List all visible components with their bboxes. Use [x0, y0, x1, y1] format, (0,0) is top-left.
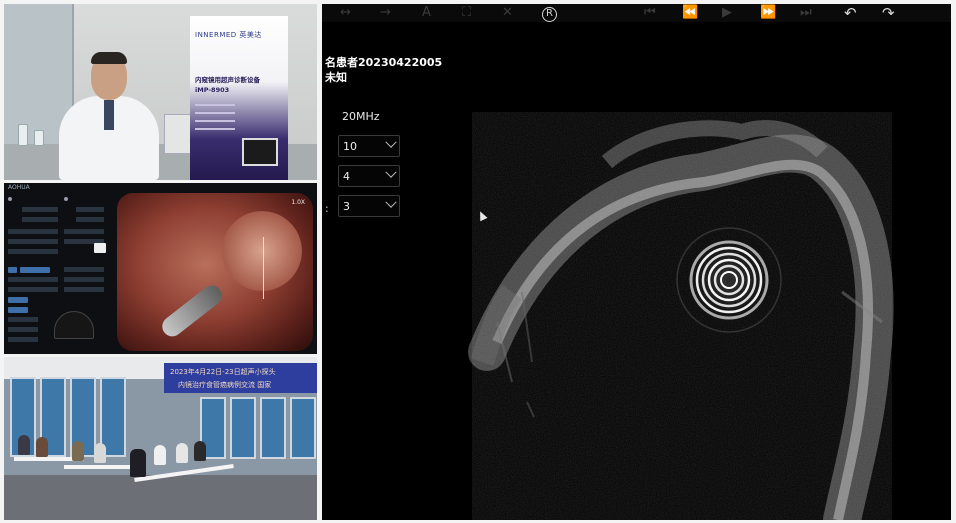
control-row [8, 229, 58, 234]
patient-sex: 未知 [325, 71, 347, 84]
window [230, 397, 256, 459]
presenter-hair [91, 52, 127, 64]
rotate-right-icon[interactable]: ↷ [882, 4, 895, 22]
guide-line [263, 237, 264, 299]
endoscope-view: 1.0X [117, 193, 313, 351]
attendee [94, 443, 106, 463]
control-row [64, 277, 104, 282]
bottle [18, 124, 28, 146]
probe-rings [676, 227, 782, 333]
control-button [8, 307, 28, 313]
gain-value: 10 [343, 140, 357, 153]
speckle-texture [472, 112, 892, 520]
frequency-label: 20MHz [342, 110, 380, 123]
control-dot [8, 197, 12, 201]
endoscope-video-panel: AOHUA 1.0X [4, 183, 317, 354]
skip-start-icon[interactable]: ⏮ [644, 4, 656, 22]
banner-monitor-image [242, 138, 278, 166]
banner-detail-lines [190, 98, 235, 130]
endoscope-brand: AOHUA [8, 184, 30, 191]
colon-mark: : [325, 202, 329, 215]
play-icon[interactable]: ▶ [722, 4, 732, 22]
attendee [194, 441, 206, 461]
ultrasound-image [468, 112, 894, 520]
banner-logo: INNERMED 英美达 [195, 31, 262, 39]
control-row [76, 207, 104, 212]
contrast-value: 4 [343, 170, 350, 183]
attendee [176, 443, 188, 463]
zoom-mark: 1.0X [291, 199, 305, 206]
window [260, 397, 286, 459]
probe [158, 281, 226, 341]
product-banner: INNERMED 英美达 内窥镜用超声诊断设备 iMP-8903 [190, 16, 288, 180]
lumen [222, 211, 302, 291]
banner-model: iMP-8903 [195, 86, 230, 94]
control-row [8, 287, 58, 292]
control-dot [64, 197, 68, 201]
control-row [64, 229, 104, 234]
rewind-icon[interactable]: ⏪ [682, 4, 698, 22]
attendee [154, 445, 166, 465]
attendee [36, 437, 48, 457]
chevron-down-icon [385, 166, 397, 178]
registered-label: R [542, 7, 557, 22]
close-icon[interactable]: ✕ [502, 4, 513, 22]
classroom-video-panel: 2023年4月22日-23日超声小探头 内镜治疗食管癌病例交流 国家 [4, 357, 317, 520]
control-row [8, 239, 58, 244]
presenter-video-panel: INNERMED 英美达 内窥镜用超声诊断设备 iMP-8903 [4, 4, 317, 180]
viewer-toolbar: ↔ → A ⛶ ✕ R ⏮ ⏪ ▶ ⏩ ⏭ ↶ ↷ [322, 4, 951, 22]
chevron-down-icon [385, 136, 397, 148]
fast-forward-icon[interactable]: ⏩ [760, 4, 776, 22]
rotate-left-icon[interactable]: ↶ [844, 4, 857, 22]
banner-title: 内窥镜用超声诊断设备 [195, 76, 260, 84]
control-row [8, 317, 38, 322]
control-row [22, 207, 58, 212]
control-row [8, 337, 38, 342]
control-button [8, 297, 28, 303]
attendee [18, 435, 30, 455]
control-button [8, 267, 17, 273]
lab-device [164, 114, 192, 154]
control-row [22, 217, 58, 222]
gain-select[interactable]: 10 [338, 135, 400, 157]
fullscreen-icon[interactable]: ⛶ [462, 4, 471, 22]
control-row [64, 267, 104, 272]
window [290, 397, 316, 459]
control-row [64, 287, 104, 292]
control-toggle [94, 243, 106, 253]
floor [4, 475, 317, 520]
projection-banner: 2023年4月22日-23日超声小探头 内镜治疗食管癌病例交流 国家 [164, 363, 317, 393]
arrow-right-icon[interactable]: → [380, 4, 391, 22]
attendee [130, 449, 146, 477]
depth-value: 3 [343, 200, 350, 213]
registered-icon[interactable]: R [542, 4, 557, 22]
depth-select[interactable]: 3 [338, 195, 400, 217]
contrast-select[interactable]: 4 [338, 165, 400, 187]
resize-horizontal-icon[interactable]: ↔ [340, 4, 351, 22]
control-row [76, 217, 104, 222]
patient-name: 名患者20230422005 [325, 56, 443, 69]
control-button [20, 267, 50, 273]
projection-line-1: 2023年4月22日-23日超声小探头 [170, 368, 276, 376]
control-row [8, 277, 58, 282]
projection-line-2: 内镜治疗食管癌病例交流 国家 [178, 381, 272, 389]
chevron-down-icon [385, 196, 397, 208]
text-tool-icon[interactable]: A [422, 4, 431, 22]
attendee [72, 441, 84, 461]
ultrasound-viewer: ↔ → A ⛶ ✕ R ⏮ ⏪ ▶ ⏩ ⏭ ↶ ↷ 名患者20230422005… [322, 4, 951, 520]
control-row [8, 249, 58, 254]
bottle [34, 130, 44, 146]
skip-end-icon[interactable]: ⏭ [800, 4, 812, 22]
control-row [8, 327, 38, 332]
presenter-tie [104, 100, 114, 130]
